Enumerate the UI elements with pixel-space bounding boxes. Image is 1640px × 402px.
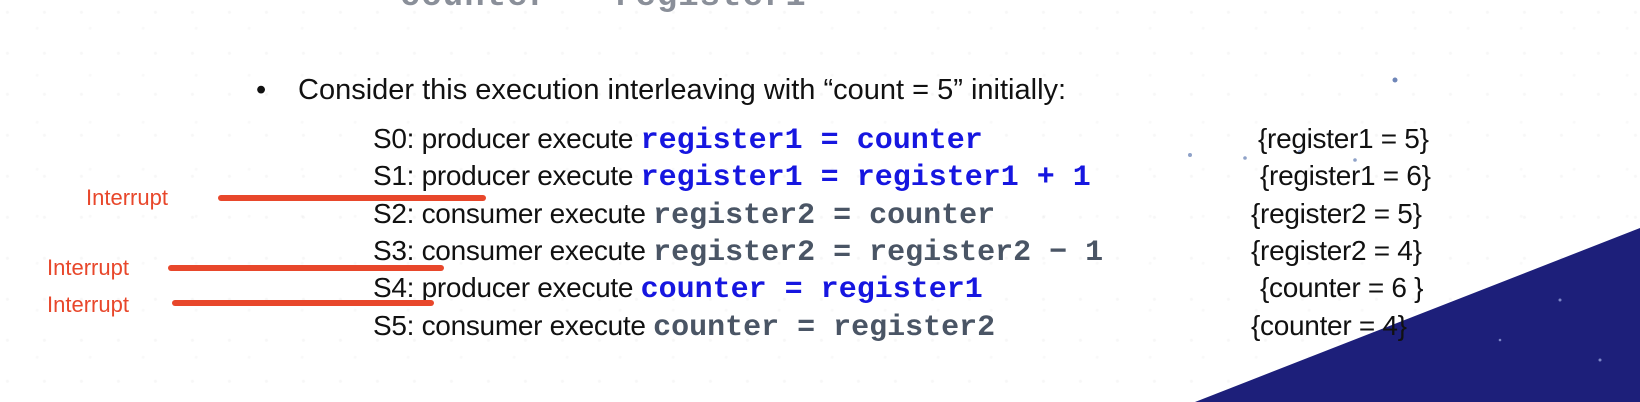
- step-code: register2 = register2 − 1: [653, 236, 1104, 270]
- interrupt-marker-line: [172, 300, 434, 306]
- previous-code-fragment: counter = register1: [400, 0, 807, 16]
- step-label: S5: consumer execute: [373, 310, 654, 341]
- bullet-dot: •: [256, 74, 267, 106]
- step-label: S2: consumer execute: [373, 198, 654, 229]
- step-label: S3: consumer execute: [373, 235, 654, 266]
- step-row-s1: S1: producer execute register1 = registe…: [373, 157, 1431, 195]
- step-row-s4: S4: producer execute counter = register1…: [373, 269, 1423, 307]
- interrupt-label: Interrupt: [47, 292, 129, 317]
- step-code: counter = register2: [653, 311, 996, 345]
- step-result: {register2 = 4}: [1251, 235, 1422, 266]
- step-code: register1 = counter: [640, 124, 983, 158]
- step-result: {register2 = 5}: [1251, 198, 1422, 229]
- step-code: register1 = register1 + 1: [640, 161, 1091, 195]
- interrupt-marker-line: [218, 195, 486, 201]
- step-row-s0: S0: producer execute register1 = counter…: [373, 120, 1429, 158]
- step-result: {register1 = 6}: [1260, 160, 1431, 191]
- step-code: register2 = counter: [653, 199, 996, 233]
- step-row-s3: S3: consumer execute register2 = registe…: [373, 232, 1422, 270]
- step-label: S0: producer execute: [373, 123, 641, 154]
- bullet-text: Consider this execution interleaving wit…: [298, 74, 1067, 106]
- step-code: counter = register1: [640, 273, 983, 307]
- interrupt-marker-line: [168, 265, 444, 271]
- interrupt-label: Interrupt: [47, 255, 129, 280]
- step-result: {register1 = 5}: [1258, 123, 1429, 154]
- interrupt-label: Interrupt: [86, 185, 168, 210]
- step-label: S1: producer execute: [373, 160, 641, 191]
- step-label: S4: producer execute: [373, 272, 641, 303]
- step-result: {counter = 6 }: [1260, 272, 1424, 303]
- step-row-s5: S5: consumer execute counter = register2…: [373, 307, 1407, 345]
- step-result: {counter = 4}: [1251, 310, 1407, 341]
